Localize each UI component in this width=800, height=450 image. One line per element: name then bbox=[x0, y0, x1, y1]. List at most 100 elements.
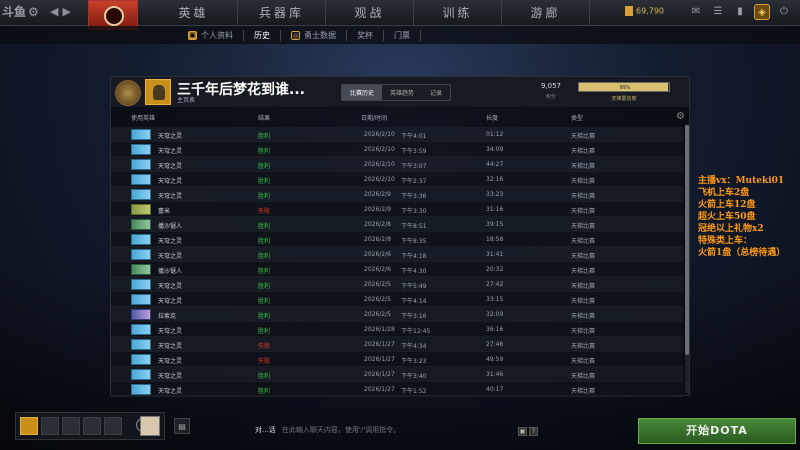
plus-badge-icon[interactable]: ◈ bbox=[754, 4, 770, 20]
match-duration: 27:46 bbox=[486, 341, 504, 348]
hero-portrait-icon bbox=[131, 174, 151, 185]
match-date: 2026/2/5 bbox=[364, 296, 391, 303]
match-date: 2026/1/27 bbox=[364, 386, 395, 393]
nav-item-2[interactable]: 观战 bbox=[326, 0, 414, 26]
col-date[interactable]: 日期/时间 bbox=[361, 113, 387, 122]
match-type: 天梯比赛 bbox=[571, 238, 596, 245]
match-type: 天梯比赛 bbox=[571, 253, 596, 260]
table-row[interactable]: 天穹之灵 胜利 2026/2/8 下午8:35 18:58 天梯比赛 bbox=[111, 232, 683, 247]
hero-portrait-icon bbox=[131, 279, 151, 290]
table-row[interactable]: 天穹之灵 胜利 2026/2/10 下午2:37 32:16 天梯比赛 bbox=[111, 172, 683, 187]
player-avatar[interactable] bbox=[145, 79, 171, 105]
play-dota-button[interactable]: 开始DOTA bbox=[638, 418, 796, 444]
match-type: 天梯比赛 bbox=[571, 283, 596, 290]
table-row[interactable]: 天穹之灵 胜利 2026/2/10 下午3:59 34:09 天梯比赛 bbox=[111, 142, 683, 157]
match-type: 天梯比赛 bbox=[571, 193, 596, 200]
table-row[interactable]: 拉索克 胜利 2026/2/5 下午3:16 32:09 天梯比赛 bbox=[111, 307, 683, 322]
hero-name: 天穹之灵 bbox=[158, 238, 183, 245]
table-row[interactable]: 天穹之灵 胜利 2026/1/27 下午3:40 31:46 天梯比赛 bbox=[111, 367, 683, 382]
col-duration[interactable]: 长度 bbox=[486, 113, 498, 122]
hero-name: 天穹之灵 bbox=[158, 373, 183, 380]
table-row[interactable]: 天穹之灵 胜利 2026/2/6 下午4:18 31:41 天梯比赛 bbox=[111, 247, 683, 262]
menu-icon[interactable]: ☰ bbox=[710, 4, 726, 20]
mail-icon[interactable]: ✉ bbox=[688, 4, 704, 20]
match-duration: 33:15 bbox=[486, 296, 504, 303]
table-row[interactable]: 天穹之灵 胜利 2026/2/9 下午3:36 33:23 天梯比赛 bbox=[111, 187, 683, 202]
table-row[interactable]: 播沙锯人 胜利 2026/2/8 下午8:51 39:15 天梯比赛 bbox=[111, 217, 683, 232]
subnav-item-1[interactable]: 历史 bbox=[244, 29, 281, 41]
table-row[interactable]: 播沙锯人 胜利 2026/2/6 下午4:30 20:32 天梯比赛 bbox=[111, 262, 683, 277]
history-tab-1[interactable]: 英雄趋势 bbox=[382, 85, 423, 100]
chat-channel-icon[interactable]: ▤ bbox=[174, 418, 190, 434]
gold-balance[interactable]: 69,790 bbox=[625, 6, 664, 16]
hero-name: 天穹之灵 bbox=[158, 253, 183, 260]
match-type: 天梯比赛 bbox=[571, 148, 596, 155]
table-row[interactable]: 天穹之灵 胜利 2026/1/28 下午12:45 36:16 天梯比赛 bbox=[111, 322, 683, 337]
match-time: 下午5:49 bbox=[401, 283, 427, 290]
match-result: 胜利 bbox=[258, 238, 271, 245]
hero-portrait-icon bbox=[131, 309, 151, 320]
table-row[interactable]: 天穹之灵 胜利 2026/1/27 下午1:52 40:17 天梯比赛 bbox=[111, 382, 683, 397]
match-result: 胜利 bbox=[258, 328, 271, 335]
scrollbar-thumb[interactable] bbox=[685, 125, 689, 355]
chat-placeholder: 在此输入聊天内容，使用'/'调用指令。 bbox=[281, 426, 401, 434]
chat-emote-icon[interactable]: ▣ bbox=[518, 427, 527, 436]
history-tab-0[interactable]: 比赛历史 bbox=[342, 85, 383, 100]
match-time: 下午3:30 bbox=[401, 208, 427, 215]
subnav-item-3[interactable]: 奖杯 bbox=[347, 29, 384, 41]
score-stat: 9,057 积分 bbox=[536, 82, 566, 100]
history-tab-2[interactable]: 记录 bbox=[422, 85, 451, 100]
table-row[interactable]: 蕾米 失败 2026/2/9 下午3:30 31:16 天梯比赛 bbox=[111, 202, 683, 217]
subnav-label: 勇士数据 bbox=[304, 30, 336, 40]
profile-header: 三千年后梦花到谁... 主页表 比赛历史 英雄趋势 记录 9,057 积分 99% … bbox=[111, 77, 689, 107]
chat-input[interactable]: 对...话 在此输入聊天内容，使用'/'调用指令。 bbox=[255, 425, 545, 439]
stats-icon[interactable]: ▮ bbox=[732, 4, 748, 20]
friend-avatar[interactable] bbox=[140, 416, 160, 436]
hero-name: 天穹之灵 bbox=[158, 343, 183, 350]
subnav-item-2[interactable]: ◎ 勇士数据 bbox=[281, 29, 347, 41]
table-row[interactable]: 天穹之灵 失败 2026/1/27 下午3:23 49:59 天梯比赛 bbox=[111, 352, 683, 367]
col-hero[interactable]: 使用英雄 bbox=[131, 113, 155, 122]
match-time: 下午4:01 bbox=[401, 133, 427, 140]
match-result: 胜利 bbox=[258, 223, 271, 230]
hero-portrait-icon bbox=[131, 234, 151, 245]
hero-portrait-icon bbox=[131, 384, 151, 395]
subnav-item-0[interactable]: ▣ 个人资料 bbox=[178, 29, 244, 41]
party-slot-3[interactable] bbox=[62, 417, 80, 435]
match-duration: 49:59 bbox=[486, 356, 504, 363]
party-slot-2[interactable] bbox=[41, 417, 59, 435]
top-right-icons: ✉ ☰ ▮ ◈ ⏻ bbox=[688, 4, 792, 20]
chat-help-icon[interactable]: ? bbox=[529, 427, 538, 436]
table-row[interactable]: 天穹之灵 胜利 2026/2/10 下午3:07 44:27 天梯比赛 bbox=[111, 157, 683, 172]
table-row[interactable]: 天穹之灵 胜利 2026/2/5 下午5:49 27:42 天梯比赛 bbox=[111, 277, 683, 292]
match-history-panel: 三千年后梦花到谁... 主页表 比赛历史 英雄趋势 记录 9,057 积分 99% … bbox=[110, 76, 690, 397]
hero-portrait-icon bbox=[131, 144, 151, 155]
party-slot-5[interactable] bbox=[104, 417, 122, 435]
power-icon[interactable]: ⏻ bbox=[776, 4, 792, 20]
col-type[interactable]: 类型 bbox=[571, 113, 583, 122]
nav-item-0[interactable]: 英雄 bbox=[150, 0, 238, 26]
score-label: 积分 bbox=[545, 94, 556, 100]
nav-item-3[interactable]: 训练 bbox=[414, 0, 502, 26]
party-slot-4[interactable] bbox=[83, 417, 101, 435]
match-rows: 天穹之灵 胜利 2026/2/10 下午4:01 01:12 天梯比赛 天穹之灵 胜利 2026… bbox=[111, 127, 683, 397]
scrollbar[interactable] bbox=[685, 125, 689, 393]
table-row[interactable]: 天穹之灵 胜利 2026/2/10 下午4:01 01:12 天梯比赛 bbox=[111, 127, 683, 142]
nav-item-1[interactable]: 兵器库 bbox=[238, 0, 326, 26]
table-settings-gear-icon[interactable]: ⚙ bbox=[676, 111, 685, 122]
party-slot-self[interactable] bbox=[20, 417, 38, 435]
subnav-item-4[interactable]: 门票 bbox=[384, 29, 421, 41]
table-row[interactable]: 天穹之灵 胜利 2026/2/5 下午4:14 33:15 天梯比赛 bbox=[111, 292, 683, 307]
match-duration: 31:41 bbox=[486, 251, 504, 258]
hero-portrait-icon bbox=[131, 264, 151, 275]
table-row[interactable]: 天穹之灵 失败 2026/1/27 下午4:34 27:46 天梯比赛 bbox=[111, 337, 683, 352]
settings-gear-icon[interactable]: ⚙ bbox=[28, 5, 39, 19]
hero-name: 播沙锯人 bbox=[158, 223, 183, 230]
match-time: 下午3:16 bbox=[401, 313, 427, 320]
match-result: 胜利 bbox=[258, 268, 271, 275]
nav-item-4[interactable]: 游廊 bbox=[502, 0, 590, 26]
match-duration: 33:23 bbox=[486, 191, 504, 198]
match-result: 失败 bbox=[258, 208, 271, 215]
col-result[interactable]: 结果 bbox=[258, 113, 270, 122]
back-forward-arrows-icon[interactable]: ◀▶ bbox=[50, 5, 75, 18]
